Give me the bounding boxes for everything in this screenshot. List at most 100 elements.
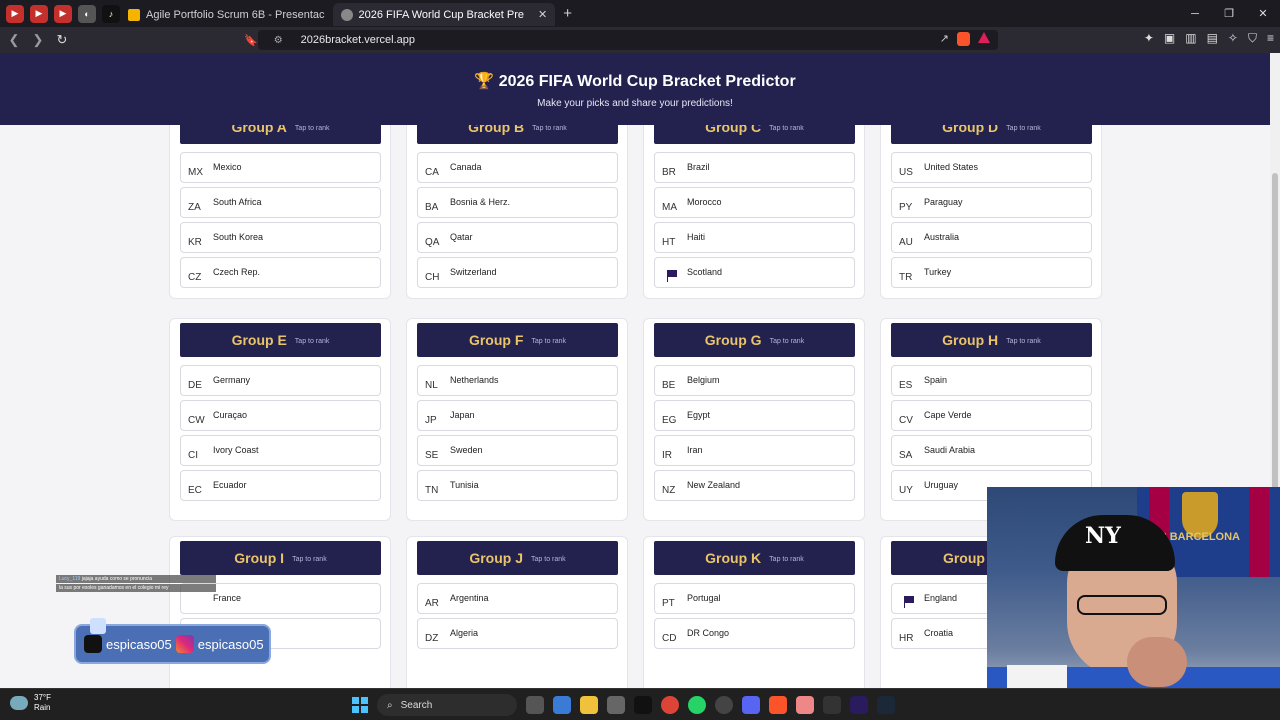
- team-row[interactable]: PY Paraguay: [891, 187, 1092, 218]
- address-bar[interactable]: 🔖 ⚙ 2026bracket.vercel.app ↗: [244, 30, 998, 50]
- weather-widget[interactable]: 37°F Rain: [10, 693, 51, 713]
- team-row[interactable]: CW Curaçao: [180, 400, 381, 431]
- team-row[interactable]: TN Tunisia: [417, 470, 618, 501]
- team-row[interactable]: QA Qatar: [417, 222, 618, 253]
- group-header[interactable]: Group J Tap to rank: [417, 541, 618, 575]
- team-row[interactable]: EC Ecuador: [180, 470, 381, 501]
- team-row[interactable]: CD DR Congo: [654, 618, 855, 649]
- group-header[interactable]: Group K Tap to rank: [654, 541, 855, 575]
- tab-bracket-predictor[interactable]: 2026 FIFA World Cup Bracket Pre ✕: [332, 3, 556, 26]
- extensions-icon[interactable]: ✦: [1144, 31, 1154, 46]
- team-row[interactable]: HT Haiti: [654, 222, 855, 253]
- team-row[interactable]: AU Australia: [891, 222, 1092, 253]
- team-row[interactable]: CH Switzerland: [417, 257, 618, 288]
- photos-icon[interactable]: [796, 696, 814, 714]
- tiktok-app-icon[interactable]: [634, 696, 652, 714]
- steam-icon[interactable]: [877, 696, 895, 714]
- reload-icon[interactable]: ↻: [52, 30, 72, 50]
- discord-icon[interactable]: [742, 696, 760, 714]
- tab-bar: ▶ ▶ ▶ ◐ ♪ Agile Portfolio Scrum 6B - Pre…: [0, 0, 1280, 27]
- youtube-pinned-tab-icon[interactable]: ▶: [30, 4, 48, 23]
- flag-icon: [667, 270, 677, 282]
- group-card: Group B Tap to rank CA Canada BA Bosnia & Her…: [406, 105, 628, 299]
- team-row[interactable]: KR South Korea: [180, 222, 381, 253]
- team-row[interactable]: DZ Algeria: [417, 618, 618, 649]
- group-header[interactable]: Group E Tap to rank: [180, 323, 381, 357]
- group-header[interactable]: Group F Tap to rank: [417, 323, 618, 357]
- copilot-icon[interactable]: [553, 696, 571, 714]
- team-row[interactable]: DE Germany: [180, 365, 381, 396]
- menu-icon[interactable]: ≡: [1267, 31, 1274, 46]
- team-row[interactable]: MA Morocco: [654, 187, 855, 218]
- tab-agile-portfolio[interactable]: Agile Portfolio Scrum 6B - Presentac: [120, 3, 333, 26]
- team-row[interactable]: CA Canada: [417, 152, 618, 183]
- team-row[interactable]: CI Ivory Coast: [180, 435, 381, 466]
- youtube-pinned-tab-icon[interactable]: ▶: [6, 4, 24, 23]
- taskbar-search[interactable]: ⌕ Search: [377, 694, 517, 716]
- start-icon[interactable]: [352, 697, 368, 713]
- group-header[interactable]: Group G Tap to rank: [654, 323, 855, 357]
- tap-to-rank-hint: Tap to rank: [1006, 125, 1041, 132]
- team-row[interactable]: SE Sweden: [417, 435, 618, 466]
- team-row[interactable]: PT Portugal: [654, 583, 855, 614]
- team-name: New Zealand: [687, 480, 741, 490]
- clock-app-icon[interactable]: [715, 696, 733, 714]
- team-row[interactable]: MX Mexico: [180, 152, 381, 183]
- sidebar-icon[interactable]: ▥: [1185, 31, 1196, 46]
- brave-rewards-icon[interactable]: [978, 32, 990, 43]
- team-row[interactable]: CV Cape Verde: [891, 400, 1092, 431]
- premiere-icon[interactable]: [850, 696, 868, 714]
- new-tab-button[interactable]: +: [555, 5, 580, 22]
- team-row[interactable]: NZ New Zealand: [654, 470, 855, 501]
- chat-text: jajaja ayuda como se pronuncia: [81, 576, 153, 582]
- team-row[interactable]: TR Turkey: [891, 257, 1092, 288]
- team-row[interactable]: CZ Czech Rep.: [180, 257, 381, 288]
- window-controls: ─ ❐ ✕: [1178, 0, 1280, 27]
- close-window-icon[interactable]: ✕: [1246, 0, 1280, 27]
- screenshot-icon[interactable]: ▣: [1164, 31, 1175, 46]
- team-row[interactable]: Scotland: [654, 257, 855, 288]
- forward-icon[interactable]: ❯: [28, 30, 48, 50]
- team-name: Argentina: [450, 593, 489, 603]
- team-row[interactable]: BR Brazil: [654, 152, 855, 183]
- leo-ai-icon[interactable]: ✧: [1228, 31, 1238, 46]
- bookmark-icon[interactable]: 🔖: [244, 34, 258, 47]
- vpn-icon[interactable]: ⛉: [1248, 31, 1257, 46]
- back-icon[interactable]: ❮: [4, 30, 24, 50]
- restore-icon[interactable]: ❐: [1212, 0, 1246, 27]
- task-view-icon[interactable]: [526, 696, 544, 714]
- store-icon[interactable]: [607, 696, 625, 714]
- brave-taskbar-icon[interactable]: [769, 696, 787, 714]
- group-header[interactable]: Group I Tap to rank: [180, 541, 381, 575]
- whatsapp-icon[interactable]: [688, 696, 706, 714]
- close-tab-icon[interactable]: ✕: [538, 8, 547, 21]
- team-row[interactable]: BE Belgium: [654, 365, 855, 396]
- team-name: Sweden: [450, 445, 483, 455]
- team-row[interactable]: IR Iran: [654, 435, 855, 466]
- capcut-icon[interactable]: [823, 696, 841, 714]
- team-row[interactable]: ES Spain: [891, 365, 1092, 396]
- team-row[interactable]: NL Netherlands: [417, 365, 618, 396]
- team-name: Switzerland: [450, 267, 497, 277]
- team-row[interactable]: AR Argentina: [417, 583, 618, 614]
- globe-pinned-tab-icon[interactable]: ◐: [78, 4, 96, 23]
- chrome-icon[interactable]: [661, 696, 679, 714]
- team-row[interactable]: SA Saudi Arabia: [891, 435, 1092, 466]
- share-icon[interactable]: ↗: [940, 32, 949, 46]
- team-row[interactable]: EG Egypt: [654, 400, 855, 431]
- team-row[interactable]: ZA South Africa: [180, 187, 381, 218]
- tiktok-pinned-tab-icon[interactable]: ♪: [102, 4, 120, 23]
- site-info-icon[interactable]: ⚙: [274, 35, 283, 46]
- minimize-icon[interactable]: ─: [1178, 0, 1212, 27]
- file-explorer-icon[interactable]: [580, 696, 598, 714]
- youtube-pinned-tab-icon[interactable]: ▶: [54, 4, 72, 23]
- wallet-icon[interactable]: ▤: [1207, 31, 1218, 46]
- brave-shields-icon[interactable]: [957, 32, 970, 46]
- group-name: Group H: [942, 332, 999, 348]
- tap-to-rank-hint: Tap to rank: [532, 125, 567, 132]
- team-row[interactable]: JP Japan: [417, 400, 618, 431]
- team-row[interactable]: BA Bosnia & Herz.: [417, 187, 618, 218]
- group-header[interactable]: Group H Tap to rank: [891, 323, 1092, 357]
- page-title: 🏆 2026 FIFA World Cup Bracket Predictor: [474, 73, 796, 90]
- team-row[interactable]: US United States: [891, 152, 1092, 183]
